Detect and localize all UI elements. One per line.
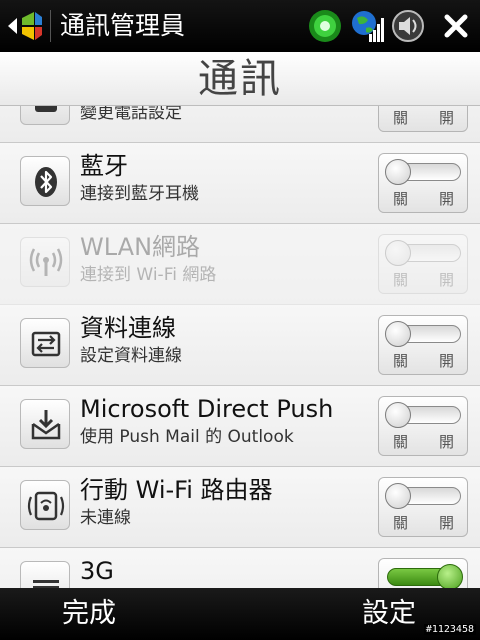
wlan-toggle: 關 開 (378, 234, 468, 294)
toggle-off-label: 關 (393, 352, 409, 370)
data-connection-icon (20, 318, 70, 368)
row-title: WLAN網路 (80, 233, 201, 261)
wifi-router-icon (20, 480, 70, 530)
row-title: 3G (80, 557, 114, 585)
wifi-router-toggle[interactable]: 關 開 (378, 477, 468, 537)
watermark: #1123458 (423, 624, 476, 635)
toggle-on-label: 開 (439, 514, 455, 532)
list-item-bluetooth[interactable]: 藍牙 連接到藍牙耳機 關 開 (0, 143, 480, 224)
bluetooth-icon (20, 156, 70, 206)
bluetooth-toggle[interactable]: 關 開 (378, 153, 468, 213)
done-softkey[interactable]: 完成 (62, 596, 116, 632)
toggle-on-label: 開 (439, 271, 455, 289)
3g-icon (20, 561, 70, 588)
toggle-knob[interactable] (437, 564, 463, 588)
phone-settings-icon (20, 106, 70, 125)
status-bar: 通訊管理員 (0, 0, 480, 52)
toggle-off-label: 關 (393, 109, 409, 127)
row-subtitle: 變更電話設定 (80, 106, 182, 123)
row-title: 行動 Wi-Fi 路由器 (80, 476, 273, 504)
toggle-on-label: 開 (439, 109, 455, 127)
settings-softkey[interactable]: 設定 (362, 596, 416, 632)
toggle-off-label: 關 (393, 271, 409, 289)
app-title: 通訊管理員 (60, 11, 186, 40)
toggle-off-label: 關 (393, 514, 409, 532)
row-subtitle: 連接到 Wi-Fi 網路 (80, 265, 217, 285)
signal-strength-icon[interactable] (349, 8, 385, 44)
comm-settings-list[interactable]: 變更電話設定 關 開 藍牙 連接到藍牙耳機 關 開 WLAN網路 連接到 Wi-… (0, 106, 480, 588)
3g-toggle[interactable] (378, 558, 468, 588)
softkey-bar: 完成 設定 #1123458 (0, 588, 480, 640)
page-title: 通訊 (198, 56, 282, 102)
wlan-antenna-icon (20, 237, 70, 287)
status-divider (50, 10, 51, 42)
list-item-phone[interactable]: 變更電話設定 關 開 (0, 106, 480, 143)
toggle-knob[interactable] (385, 159, 411, 185)
phone-toggle[interactable]: 關 開 (378, 106, 468, 132)
row-subtitle: 設定資料連線 (80, 346, 182, 366)
list-item-data-connection[interactable]: 資料連線 設定資料連線 關 開 (0, 305, 480, 386)
windows-start-icon[interactable] (4, 8, 44, 44)
toggle-off-label: 關 (393, 190, 409, 208)
row-title: 資料連線 (80, 314, 176, 342)
toggle-on-label: 開 (439, 433, 455, 451)
list-item-wifi-router[interactable]: 行動 Wi-Fi 路由器 未連線 關 開 (0, 467, 480, 548)
row-subtitle: 連接到藍牙耳機 (80, 184, 199, 204)
data-connection-toggle[interactable]: 關 開 (378, 315, 468, 375)
volume-icon[interactable] (390, 8, 426, 44)
direct-push-toggle[interactable]: 關 開 (378, 396, 468, 456)
list-item-direct-push[interactable]: Microsoft Direct Push 使用 Push Mail 的 Out… (0, 386, 480, 467)
toggle-knob (385, 240, 411, 266)
connectivity-icon[interactable] (307, 8, 343, 44)
toggle-knob[interactable] (385, 402, 411, 428)
page-header: 通訊 (0, 52, 480, 106)
toggle-on-label: 開 (439, 190, 455, 208)
toggle-knob[interactable] (385, 483, 411, 509)
row-title: 藍牙 (80, 152, 128, 180)
toggle-on-label: 開 (439, 352, 455, 370)
row-subtitle: 未連線 (80, 508, 131, 528)
toggle-off-label: 關 (393, 433, 409, 451)
list-item-3g[interactable]: 3G (0, 548, 480, 588)
row-subtitle: 使用 Push Mail 的 Outlook (80, 427, 294, 447)
row-title: Microsoft Direct Push (80, 395, 334, 423)
toggle-knob[interactable] (385, 321, 411, 347)
close-icon[interactable] (438, 8, 474, 44)
direct-push-icon (20, 399, 70, 449)
list-item-wlan: WLAN網路 連接到 Wi-Fi 網路 關 開 (0, 224, 480, 305)
